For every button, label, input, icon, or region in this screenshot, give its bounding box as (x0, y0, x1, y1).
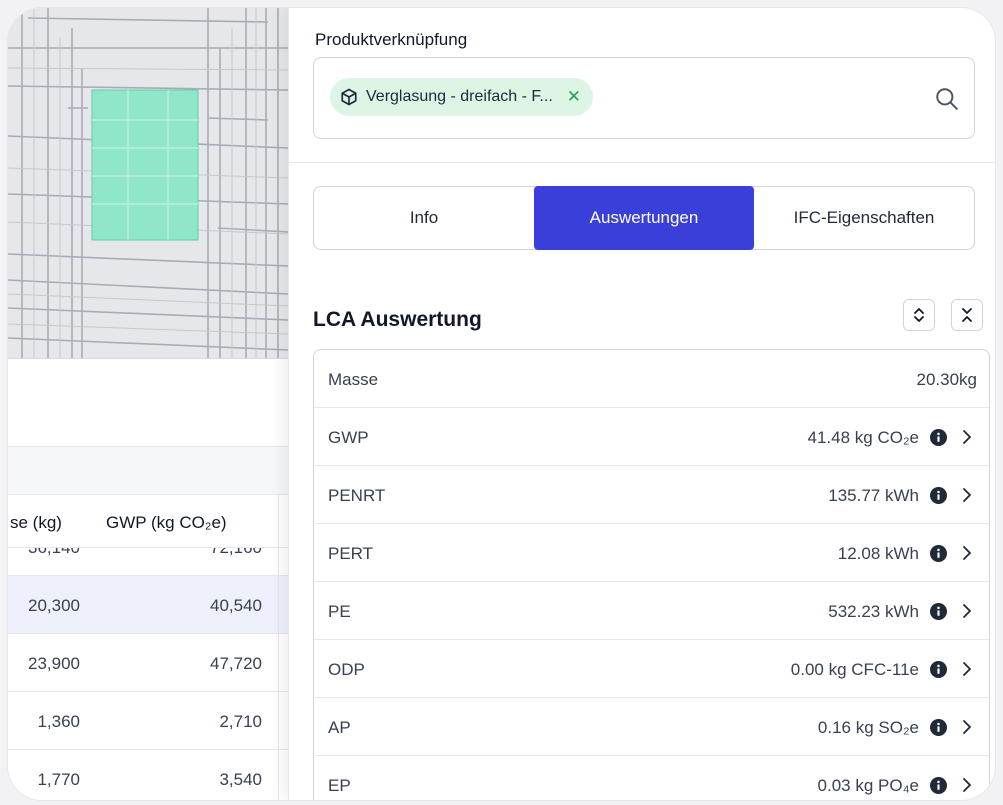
product-chip[interactable]: Verglasung - dreifach - F... ✕ (330, 78, 594, 116)
panel-tabs: Info Auswertungen IFC-Eigenschaften (313, 186, 975, 250)
cell-masse: 20,300 (28, 596, 80, 615)
metric-value: 20.30kg (916, 370, 978, 389)
properties-panel: Produktverknüpfung Verglasung - dreifach… (288, 8, 995, 800)
info-icon[interactable] (930, 487, 947, 504)
table-row[interactable]: 1,770 3,540 (8, 750, 288, 800)
chevron-right-icon[interactable] (959, 777, 975, 793)
chevron-right-icon[interactable] (959, 719, 975, 735)
cell-gwp: 47,720 (210, 654, 262, 673)
col-masse-header[interactable]: se (kg) (10, 513, 62, 533)
viewport-toolbar-area (8, 358, 288, 446)
product-link-field[interactable]: Verglasung - dreifach - F... ✕ (313, 57, 975, 139)
metric-row-pe[interactable]: PE 532.23 kWh (314, 582, 989, 640)
metric-name: Masse (328, 370, 379, 389)
search-icon[interactable] (934, 86, 960, 112)
metric-name: AP (328, 718, 351, 737)
cell-gwp: 3,540 (219, 770, 262, 789)
chevron-right-icon[interactable] (959, 545, 975, 561)
metric-value: 12.08 kWh (837, 544, 919, 563)
table-group-header (8, 446, 288, 494)
metric-row-gwp[interactable]: GWP 41.48 kg CO₂e (314, 408, 989, 466)
chevron-right-icon[interactable] (959, 429, 975, 445)
expand-all-button[interactable] (903, 299, 935, 331)
lca-metrics-list: Masse 20.30kg GWP 41.48 kg CO₂e PENRT 13… (313, 349, 990, 800)
chevron-right-icon[interactable] (959, 661, 975, 677)
info-icon[interactable] (930, 429, 947, 446)
tab-ifc-eigenschaften[interactable]: IFC-Eigenschaften (754, 187, 974, 249)
cell-masse: 23,900 (28, 654, 80, 673)
close-icon[interactable]: ✕ (567, 87, 581, 107)
metric-name: ODP (328, 660, 365, 679)
metric-row-penrt[interactable]: PENRT 135.77 kWh (314, 466, 989, 524)
column-divider (278, 494, 279, 800)
table-header: se (kg) GWP (kg CO₂e) (8, 494, 288, 548)
metric-name: EP (328, 776, 351, 795)
tab-auswertungen[interactable]: Auswertungen (534, 186, 754, 250)
metric-row-ep[interactable]: EP 0.03 kg PO₄e (314, 756, 989, 800)
col-gwp-header[interactable]: GWP (kg CO₂e) (106, 513, 227, 533)
cube-icon (341, 88, 357, 106)
app-frame: se (kg) GWP (kg CO₂e) 36,140 72,160 20,3… (8, 8, 995, 800)
metric-row-ap[interactable]: AP 0.16 kg SO₂e (314, 698, 989, 756)
metric-name: PENRT (328, 486, 386, 505)
selected-glazing-element[interactable] (91, 89, 199, 241)
table-row[interactable]: 23,900 47,720 (8, 634, 288, 692)
info-icon[interactable] (930, 603, 947, 620)
element-table: se (kg) GWP (kg CO₂e) 36,140 72,160 20,3… (8, 494, 288, 800)
metric-value: 41.48 kg CO₂e (807, 428, 920, 447)
building-wireframe (8, 8, 288, 358)
collapse-icon (962, 308, 972, 322)
table-row-selected[interactable]: 20,300 40,540 (8, 576, 288, 634)
metric-value: 0.03 kg PO₄e (817, 776, 919, 795)
metric-row-masse: Masse 20.30kg (314, 350, 989, 408)
cell-gwp: 40,540 (210, 596, 262, 615)
cell-masse: 1,770 (37, 770, 80, 789)
cell-gwp: 2,710 (219, 712, 262, 731)
table-row[interactable]: 36,140 72,160 (8, 548, 288, 576)
metric-value: 135.77 kWh (828, 486, 919, 505)
model-viewport[interactable] (8, 8, 288, 358)
tab-info[interactable]: Info (314, 187, 534, 249)
section-divider (289, 162, 995, 163)
info-icon[interactable] (930, 777, 947, 794)
cell-masse: 1,360 (37, 712, 80, 731)
expand-icon (914, 308, 924, 322)
metric-row-odp[interactable]: ODP 0.00 kg CFC-11e (314, 640, 989, 698)
cell-masse: 36,140 (8, 548, 80, 558)
lca-title: LCA Auswertung (313, 308, 482, 331)
metric-value: 0.00 kg CFC-11e (790, 660, 919, 679)
info-icon[interactable] (930, 545, 947, 562)
metric-name: GWP (328, 428, 369, 447)
chevron-right-icon[interactable] (959, 487, 975, 503)
metric-value: 532.23 kWh (828, 602, 919, 621)
metric-value: 0.16 kg SO₂e (817, 718, 919, 737)
metric-name: PERT (328, 544, 374, 563)
collapse-all-button[interactable] (951, 299, 983, 331)
metric-name: PE (328, 602, 351, 621)
metric-row-pert[interactable]: PERT 12.08 kWh (314, 524, 989, 582)
info-icon[interactable] (930, 661, 947, 678)
info-icon[interactable] (930, 719, 947, 736)
table-row[interactable]: 1,360 2,710 (8, 692, 288, 750)
product-link-label: Produktverknüpfung (315, 30, 468, 49)
chevron-right-icon[interactable] (959, 603, 975, 619)
cell-gwp: 72,160 (168, 548, 262, 558)
product-chip-label: Verglasung - dreifach - F... (366, 88, 553, 105)
